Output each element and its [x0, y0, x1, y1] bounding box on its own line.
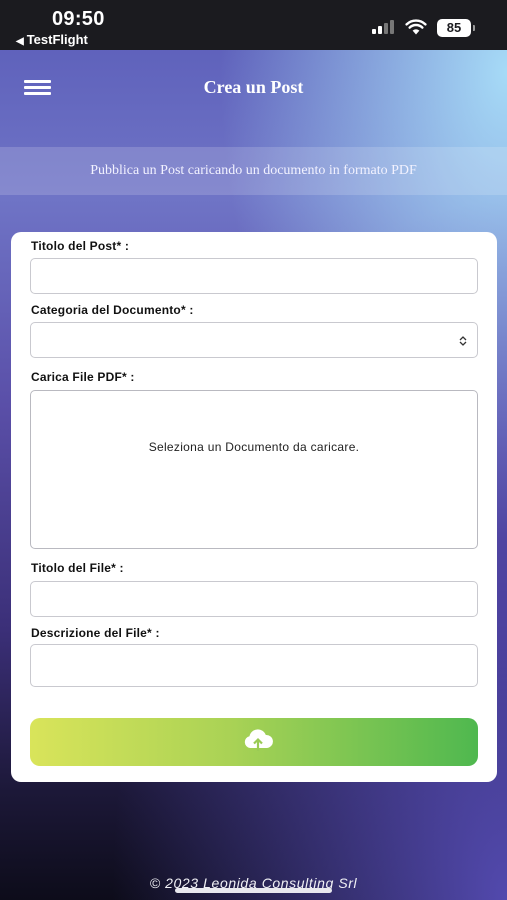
upload-submit-button[interactable] — [30, 718, 478, 766]
back-to-testflight-link[interactable]: ◀ TestFlight — [16, 32, 88, 47]
battery-indicator: 85 — [437, 19, 475, 37]
file-title-label: Titolo del File* : — [31, 561, 124, 575]
cellular-signal-icon — [372, 20, 398, 34]
status-time: 09:50 — [52, 8, 105, 30]
post-title-input[interactable] — [30, 258, 478, 294]
category-label: Categoria del Documento* : — [31, 303, 194, 317]
category-select[interactable] — [30, 322, 478, 358]
back-arrow-icon: ◀ — [16, 36, 24, 47]
pdf-dropzone[interactable]: Seleziona un Documento da caricare. — [30, 390, 478, 549]
file-description-input[interactable] — [30, 644, 478, 687]
file-description-label: Descrizione del File* : — [31, 626, 160, 640]
back-app-label: TestFlight — [26, 32, 88, 47]
create-post-form: Titolo del Post* : Categoria del Documen… — [11, 232, 497, 782]
status-bar: 09:50 ◀ TestFlight 85 — [0, 0, 507, 50]
app-header: Crea un Post — [0, 50, 507, 128]
pdf-upload-label: Carica File PDF* : — [31, 370, 135, 384]
file-title-input[interactable] — [30, 581, 478, 617]
page-subtitle: Pubblica un Post caricando un documento … — [0, 147, 507, 195]
pdf-dropzone-text: Seleziona un Documento da caricare. — [148, 440, 360, 454]
post-title-label: Titolo del Post* : — [31, 239, 130, 253]
select-chevron-icon — [459, 336, 467, 346]
page-title: Crea un Post — [203, 77, 304, 97]
cloud-upload-icon — [244, 729, 273, 751]
home-indicator[interactable] — [175, 888, 332, 893]
wifi-icon — [405, 19, 427, 35]
